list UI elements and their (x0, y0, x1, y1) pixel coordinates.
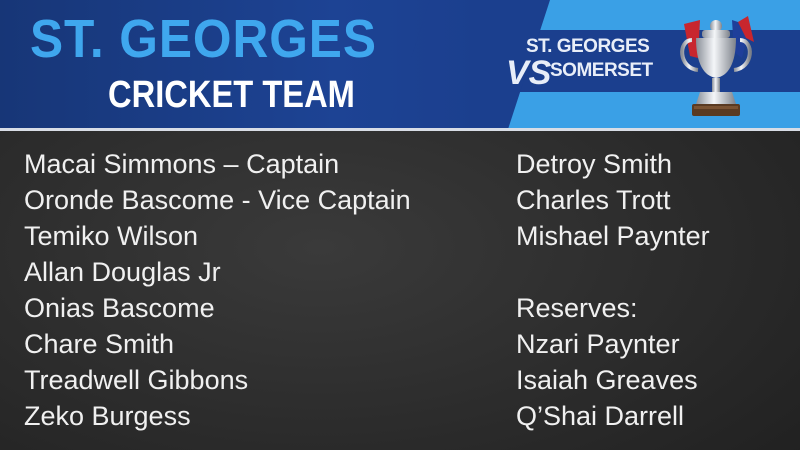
player-9: Detroy Smith (516, 149, 673, 179)
graphic-frame: ST. GEORGES CRICKET TEAM ST. GEORGES VS … (0, 0, 800, 450)
player-3: Temiko Wilson (24, 221, 199, 251)
player-1: Macai Simmons – Captain (24, 149, 340, 179)
reserve-2: Isaiah Greaves (516, 365, 698, 395)
player-4: Allan Douglas Jr (24, 257, 221, 287)
matchup-team-b: SOMERSET (550, 60, 653, 81)
team-title: ST. GEORGES (30, 9, 377, 69)
header-banner: ST. GEORGES CRICKET TEAM ST. GEORGES VS … (0, 0, 800, 128)
column-spacer (516, 254, 710, 290)
player-6: Chare Smith (24, 329, 175, 359)
reserve-3: Q’Shai Darrell (516, 401, 685, 431)
trophy-icon (680, 16, 754, 116)
player-11: Mishael Paynter (516, 221, 710, 251)
reserves-heading: Reserves: (516, 293, 638, 323)
header-divider (0, 128, 800, 131)
player-5: Onias Bascome (24, 293, 215, 323)
roster-right-column: Detroy Smith Charles Trott Mishael Paynt… (516, 146, 710, 434)
player-7: Treadwell Gibbons (24, 365, 249, 395)
matchup-vs: VS (506, 54, 552, 92)
player-2: Oronde Bascome - Vice Captain (24, 185, 411, 215)
matchup-logo: ST. GEORGES VS SOMERSET (506, 36, 676, 92)
reserve-1: Nzari Paynter (516, 329, 680, 359)
roster-left-column: Macai Simmons – Captain Oronde Bascome -… (24, 146, 411, 434)
player-10: Charles Trott (516, 185, 671, 215)
player-8: Zeko Burgess (24, 401, 191, 431)
team-subtitle: CRICKET TEAM (108, 74, 355, 116)
